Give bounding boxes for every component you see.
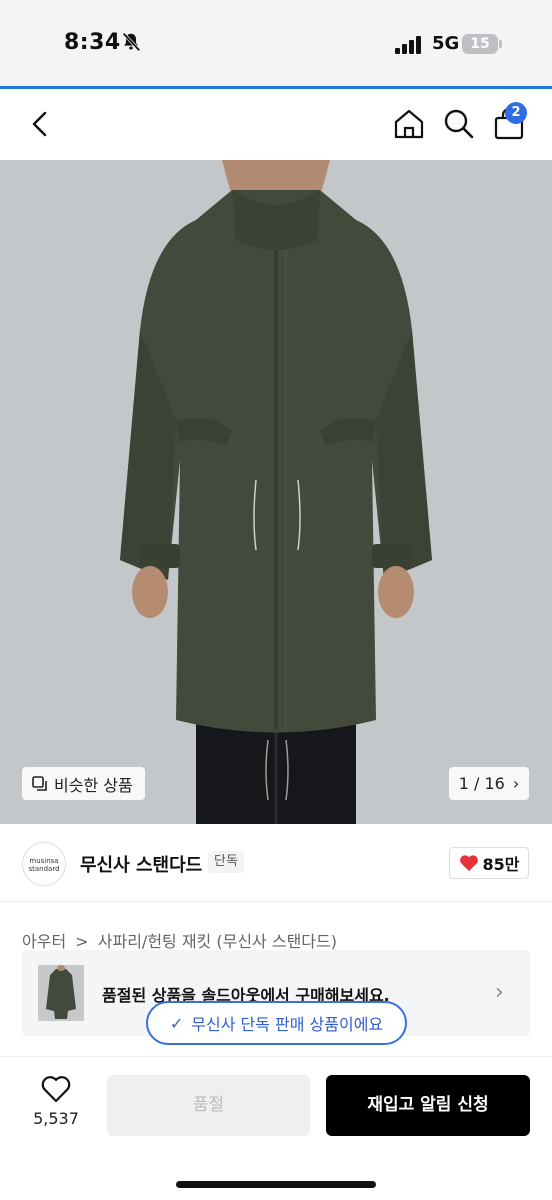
top-nav [0, 89, 552, 160]
battery-icon: 15 [462, 34, 502, 54]
status-time: 8:34 [64, 30, 121, 55]
bell-muted-icon [122, 32, 141, 52]
brand-logo-line2: standard [28, 865, 60, 873]
brand-logo-line1: musinsa [29, 857, 59, 865]
search-icon[interactable] [442, 107, 476, 141]
exclusive-info-pill: ✓ 무신사 단독 판매 상품이에요 [146, 1001, 407, 1045]
home-icon[interactable] [392, 107, 426, 141]
back-chevron-icon[interactable] [24, 107, 58, 141]
image-counter-text: 1 / 16 [458, 774, 505, 793]
check-icon: ✓ [169, 1013, 184, 1033]
breadcrumb-subcategory[interactable]: 사파리/헌팅 재킷 (무신사 스탠다드) [98, 932, 337, 951]
network-type: 5G [432, 33, 460, 54]
product-page: 8:34 5G 15 2 비슷한 상품 1 / 16 › musinsa sta… [0, 0, 552, 1200]
breadcrumb-separator: > [75, 932, 89, 951]
signal-icon [395, 36, 421, 54]
status-bar: 8:34 5G 15 [0, 0, 552, 88]
brand-row: musinsa standard 무신사 스탠다드 단독 85만 [0, 824, 552, 902]
similar-products-button[interactable]: 비슷한 상품 [22, 767, 145, 800]
restock-alert-button[interactable]: 재입고 알림 신청 [326, 1075, 530, 1136]
heart-filled-icon [459, 855, 478, 871]
wishlist-button[interactable]: 5,537 [24, 1075, 88, 1137]
soldout-thumbnail [38, 965, 84, 1021]
product-image[interactable] [0, 160, 552, 824]
exclusive-info-text: 무신사 단독 판매 상품이에요 [191, 1015, 384, 1034]
cart-count-badge: 2 [505, 102, 527, 124]
chevron-right-icon: › [495, 980, 504, 1005]
brand-name[interactable]: 무신사 스탠다드 [80, 851, 202, 877]
bottom-action-bar: 5,537 품절 재입고 알림 신청 [0, 1056, 552, 1200]
similar-squares-icon [32, 775, 47, 791]
coat-illustration [0, 160, 552, 824]
heart-outline-icon [41, 1076, 71, 1103]
brand-logo[interactable]: musinsa standard [22, 842, 66, 886]
soldout-button: 품절 [107, 1075, 310, 1136]
brand-like-count: 85만 [482, 855, 520, 874]
image-counter-button[interactable]: 1 / 16 › [449, 767, 529, 800]
chevron-right-icon: › [512, 774, 520, 793]
exclusive-tag: 단독 [208, 851, 244, 873]
similar-products-label: 비슷한 상품 [54, 775, 133, 795]
breadcrumb-category[interactable]: 아우터 [22, 932, 66, 951]
battery-level: 15 [470, 36, 490, 52]
breadcrumb: 아우터 > 사파리/헌팅 재킷 (무신사 스탠다드) [22, 928, 341, 952]
wishlist-count: 5,537 [33, 1109, 79, 1128]
home-indicator [176, 1181, 376, 1188]
brand-like-button[interactable]: 85만 [449, 847, 529, 879]
